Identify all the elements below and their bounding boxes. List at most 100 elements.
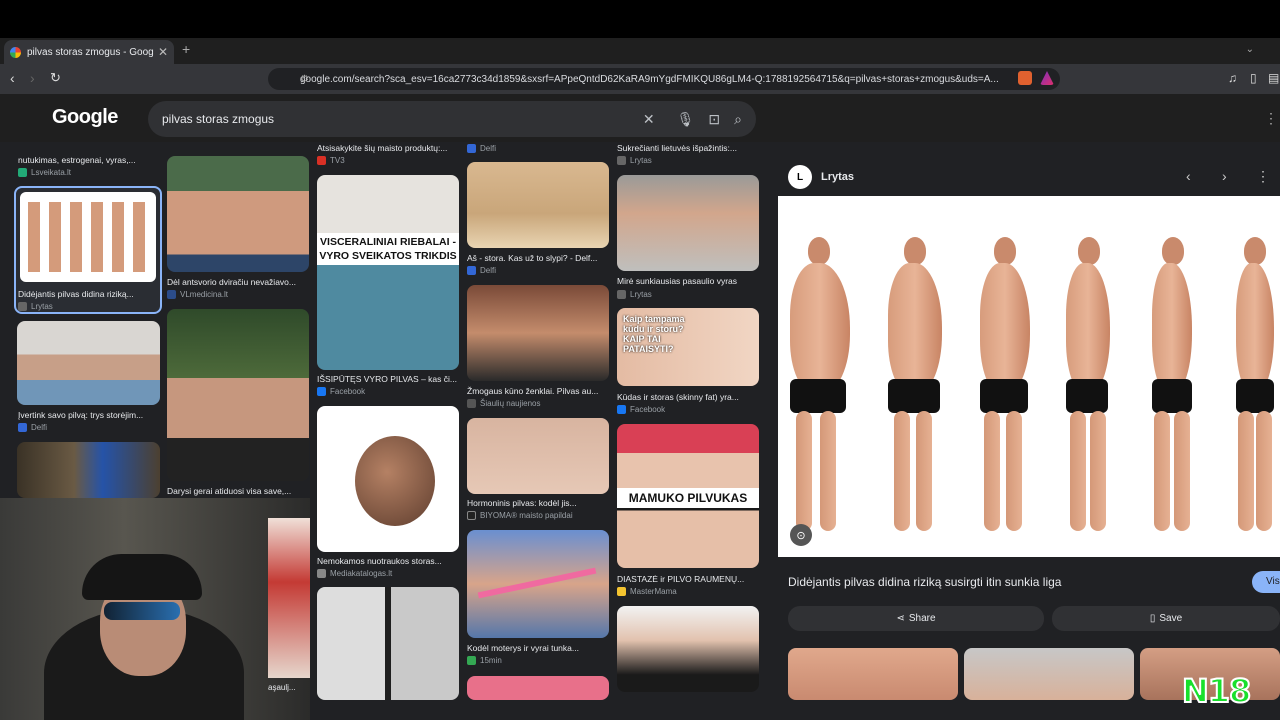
figure-5 (1132, 237, 1208, 537)
result-caption[interactable]: Darysi gerai atiduosi visa save,... (167, 486, 311, 496)
result-image[interactable]: Kaip tampama kūdu ir storu? KAIP TAI PAT… (617, 308, 759, 386)
figure-6 (1214, 237, 1280, 537)
lens-icon[interactable]: ⊡ (708, 111, 720, 128)
share-icon: ⋖ (896, 613, 905, 624)
source-favicon-icon (317, 569, 326, 578)
source-favicon-icon (617, 156, 626, 165)
result-image[interactable] (17, 321, 160, 405)
result-caption[interactable]: Žmogaus kūno ženklai. Pilvas au... (467, 386, 611, 396)
tab-title: pilvas storas zmogus - Google S (27, 46, 154, 58)
source-favicon-icon (467, 656, 476, 665)
result-caption[interactable]: Atsisakykite šių maisto produktų:... (317, 143, 461, 153)
result-caption[interactable]: Nemokamos nuotraukos storas... (317, 556, 461, 566)
result-caption[interactable]: Sukrečianti lietuvės išpažintis:... (617, 143, 761, 153)
sidebar-icon[interactable]: ▯ (1250, 71, 1257, 85)
media-icon[interactable]: ♫ (1228, 71, 1237, 85)
next-icon[interactable]: › (1222, 168, 1227, 184)
microphone-icon[interactable]: 🎙 (677, 111, 695, 128)
figures-thumbnail (28, 202, 148, 272)
result-image[interactable] (317, 587, 459, 700)
back-icon[interactable]: ‹ (10, 70, 15, 86)
url-text: google.com/search?sca_esv=16ca2773c34d18… (300, 73, 999, 85)
result-caption[interactable]: IŠSIPŪTĘS VYRO PILVAS – kas či... (317, 374, 461, 384)
result-caption[interactable]: Dėl antsvorio dviračiu nevažiavo... (167, 277, 311, 287)
result-caption[interactable]: DIASTAZĖ ir PILVO RAUMENŲ... (617, 574, 761, 584)
result-image[interactable] (167, 309, 309, 481)
top-black-bar (0, 0, 1280, 38)
related-image[interactable] (964, 648, 1134, 700)
result-image[interactable] (17, 442, 160, 498)
result-source: BIYOMA® maisto papildai (467, 511, 573, 520)
address-bar[interactable]: ⚙ google.com/search?sca_esv=16ca2773c34d… (268, 68, 1060, 90)
source-favicon-icon (317, 156, 326, 165)
search-icon[interactable]: ⌕ (734, 111, 742, 128)
source-favicon-icon (18, 423, 27, 432)
previous-icon[interactable]: ‹ (1186, 168, 1191, 184)
tab-strip: pilvas storas zmogus - Google S ✕ (0, 38, 1280, 64)
result-caption[interactable]: Didėjantis pilvas didina riziką... (18, 289, 162, 299)
more-options-icon[interactable]: ⋮ (1264, 110, 1278, 127)
panel-title[interactable]: Didėjantis pilvas didina riziką susirgti… (788, 575, 1061, 589)
result-source: Facebook (317, 387, 365, 396)
google-favicon-icon (10, 46, 21, 58)
lens-search-icon[interactable]: ⊙ (790, 524, 812, 546)
source-favicon-icon (467, 144, 476, 153)
source-favicon-icon (467, 266, 476, 275)
preview-image[interactable]: ⊙ (778, 196, 1280, 557)
wallet-icon[interactable]: ▤ (1268, 71, 1279, 85)
result-caption[interactable]: Mirė sunkiausias pasaulio vyras (617, 276, 761, 286)
panel-source[interactable]: Lrytas (821, 171, 854, 183)
image-overlay-text: MAMUKO PILVUKAS (617, 488, 759, 508)
result-image[interactable] (617, 606, 759, 692)
result-image[interactable]: VISCERALINIAI RIEBALAI - VYRO SVEIKATOS … (317, 175, 459, 370)
clear-icon[interactable]: ✕ (643, 111, 655, 128)
figure-1 (778, 237, 854, 537)
result-image[interactable] (617, 175, 759, 271)
result-image[interactable] (467, 285, 609, 381)
result-image[interactable] (467, 162, 609, 248)
result-image[interactable] (467, 418, 609, 494)
google-logo[interactable]: Google (52, 106, 118, 129)
figure-2 (874, 237, 950, 537)
result-caption[interactable]: Įvertink savo pilvą: trys storėjim... (18, 410, 162, 420)
webcam-caption: aşaulj... (268, 683, 296, 692)
result-caption[interactable]: Hormoninis pilvas: kodėl jis... (467, 498, 611, 508)
source-favicon-icon (167, 290, 176, 299)
source-favicon-icon (18, 302, 27, 311)
result-image[interactable] (167, 156, 309, 272)
result-caption[interactable]: Aš - stora. Kas už to slypi? - Delf... (467, 253, 611, 263)
new-tab-icon[interactable]: + (182, 41, 190, 57)
reload-icon[interactable]: ↻ (50, 70, 61, 86)
save-button[interactable]: ▯ Save (1052, 606, 1280, 631)
search-box[interactable]: ✕ 🎙 ⊡ ⌕ (148, 101, 756, 137)
share-button[interactable]: ⋖ Share (788, 606, 1044, 631)
result-caption[interactable]: nutukimas, estrogenai, vyras,... (18, 155, 162, 165)
visit-button[interactable]: Vis (1252, 571, 1280, 593)
figure-3 (964, 237, 1040, 537)
result-image[interactable] (467, 676, 609, 700)
webcam-overlay (0, 498, 310, 720)
close-tab-icon[interactable]: ✕ (158, 45, 168, 59)
source-logo-icon: L (788, 165, 812, 189)
background-result-strip (268, 518, 310, 678)
result-image[interactable] (317, 406, 459, 552)
related-image[interactable] (788, 648, 958, 700)
result-source: Lrytas (617, 156, 652, 165)
bookmark-save-icon: ▯ (1149, 613, 1156, 624)
site-info-icon[interactable]: ⚙ (300, 74, 309, 85)
browser-tab[interactable]: pilvas storas zmogus - Google S ✕ (4, 40, 174, 64)
result-caption[interactable]: Kūdas ir storas (skinny fat) yra... (617, 392, 761, 402)
forward-icon[interactable]: › (30, 70, 35, 86)
tab-search-chevron-icon[interactable]: ⌄ (1246, 44, 1254, 55)
channel-watermark: N18 (1181, 671, 1252, 711)
result-source: Facebook (617, 405, 665, 414)
panel-more-icon[interactable]: ⋮ (1256, 168, 1270, 185)
result-source: Delfi (467, 266, 496, 275)
brave-shield-icon[interactable] (1018, 71, 1032, 85)
result-image[interactable] (467, 530, 609, 638)
result-caption[interactable]: Kodėl moterys ir vyrai tunka... (467, 643, 611, 653)
result-image[interactable]: MAMUKO PILVUKAS (617, 424, 759, 568)
search-input[interactable] (162, 112, 629, 126)
result-source: 15min (467, 656, 502, 665)
result-source: Delfi (467, 144, 496, 153)
